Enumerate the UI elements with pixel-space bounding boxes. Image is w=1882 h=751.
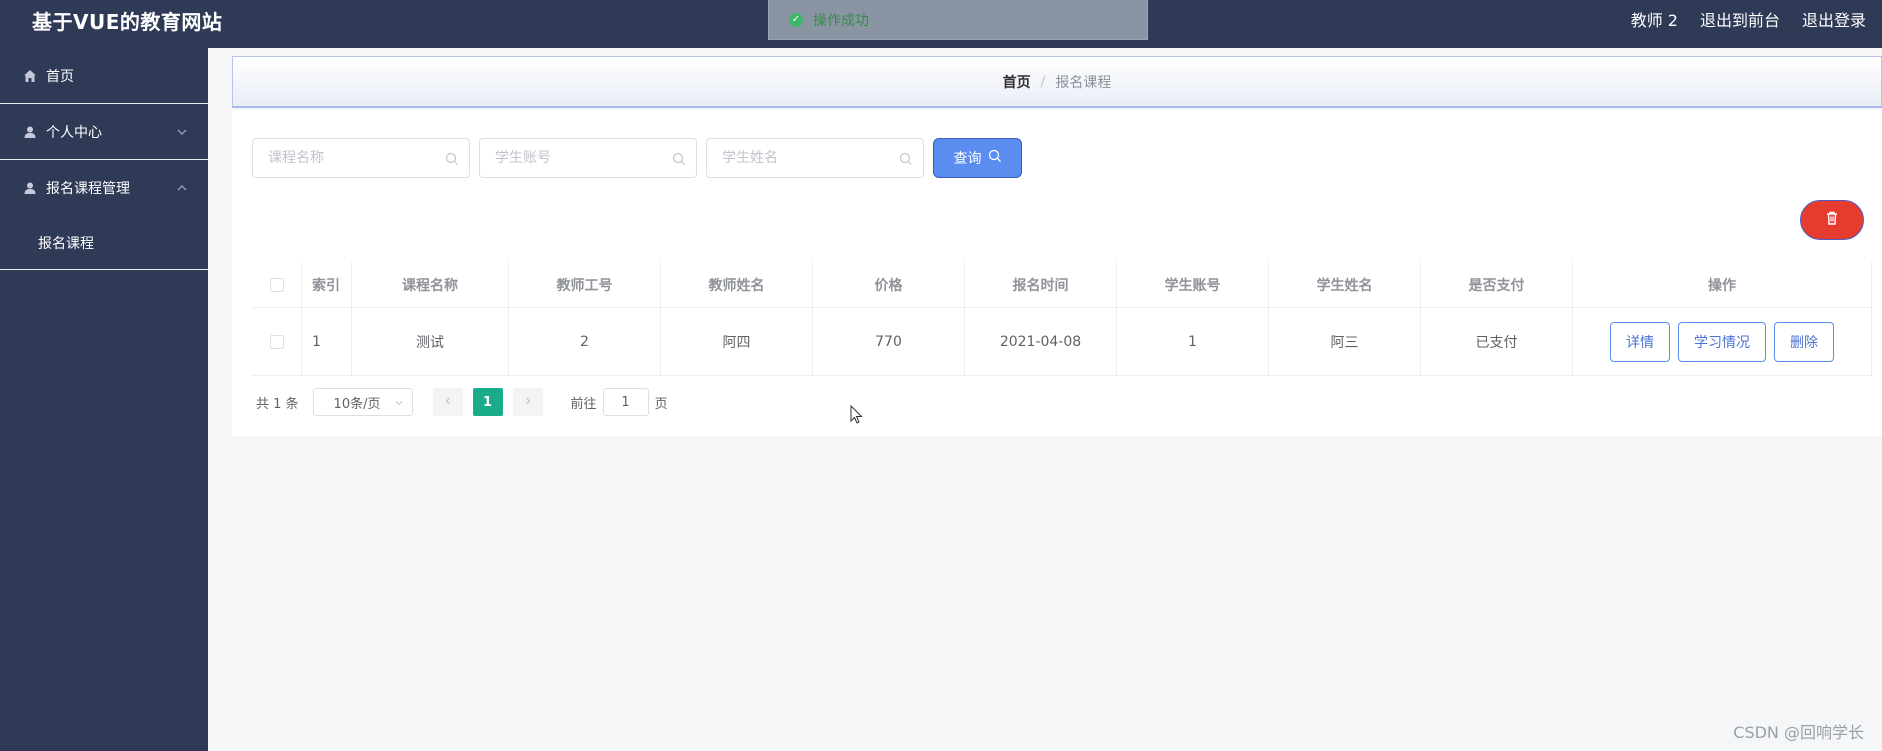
success-check-icon: ✓ xyxy=(789,12,803,27)
watermark: CSDN @回响学长 xyxy=(1733,723,1864,742)
home-icon xyxy=(22,68,38,84)
sidebar-item-label: 首页 xyxy=(46,68,74,85)
column-header: 操作 xyxy=(1573,262,1872,307)
breadcrumb-home[interactable]: 首页 xyxy=(1003,72,1031,92)
student-account-input[interactable] xyxy=(495,150,655,166)
search-icon xyxy=(988,149,1002,167)
select-all-cell xyxy=(252,262,302,307)
search-icon xyxy=(899,151,913,165)
chevron-right-icon xyxy=(523,395,533,410)
page-size-value: 10条/页 xyxy=(333,396,381,412)
sidebar-subitem-enrolled-courses[interactable]: 报名课程 xyxy=(0,216,208,270)
enrollment-table: 索引 课程名称 教师工号 教师姓名 价格 报名时间 学生账号 学生姓名 是否支付… xyxy=(252,262,1872,376)
cell-course-name: 测试 xyxy=(352,308,509,375)
site-title: 基于VUE的教育网站 xyxy=(32,10,223,34)
cell-teacher-id: 2 xyxy=(509,308,661,375)
sidebar-item-enrollment-management[interactable]: 报名课程管理 xyxy=(0,160,208,216)
column-header: 是否支付 xyxy=(1421,262,1573,307)
next-page-button[interactable] xyxy=(512,388,543,416)
cell-enroll-date: 2021-04-08 xyxy=(965,308,1117,375)
search-icon xyxy=(445,151,459,165)
column-header: 教师姓名 xyxy=(661,262,813,307)
column-header: 学生姓名 xyxy=(1269,262,1421,307)
sidebar-item-label: 报名课程管理 xyxy=(46,181,130,197)
breadcrumb-separator: / xyxy=(1040,73,1046,90)
select-all-checkbox[interactable] xyxy=(269,277,284,292)
current-user: 教师 2 xyxy=(1630,11,1678,30)
back-to-frontend-link[interactable]: 退出到前台 xyxy=(1700,7,1780,31)
student-name-search[interactable] xyxy=(706,138,924,178)
logout-link[interactable]: 退出登录 xyxy=(1802,7,1866,31)
student-name-input[interactable] xyxy=(722,150,882,166)
total-count: 共 1 条 xyxy=(256,396,299,412)
mouse-cursor-icon xyxy=(850,404,864,429)
query-button-label: 查询 xyxy=(953,151,982,167)
chevron-down-icon xyxy=(394,397,404,407)
breadcrumb: 首页 / 报名课程 xyxy=(232,56,1882,108)
search-icon xyxy=(672,151,686,165)
course-name-search[interactable] xyxy=(252,138,470,178)
goto-label: 前往 xyxy=(570,396,597,412)
sidebar-item-label: 个人中心 xyxy=(46,124,102,141)
table-header-row: 索引 课程名称 教师工号 教师姓名 价格 报名时间 学生账号 学生姓名 是否支付… xyxy=(252,262,1872,308)
student-account-search[interactable] xyxy=(479,138,697,178)
cell-student-account: 1 xyxy=(1117,308,1269,375)
cell-actions: 详情 学习情况 删除 xyxy=(1573,308,1872,375)
cell-price: 770 xyxy=(813,308,965,375)
sidebar-item-home[interactable]: 首页 xyxy=(0,48,208,104)
batch-delete-button[interactable] xyxy=(1800,200,1864,240)
column-header: 价格 xyxy=(813,262,965,307)
row-select-cell xyxy=(252,308,302,375)
trash-icon xyxy=(1824,210,1840,230)
sidebar-item-personal-center[interactable]: 个人中心 xyxy=(0,104,208,160)
page-suffix: 页 xyxy=(654,396,668,412)
column-header: 教师工号 xyxy=(509,262,661,307)
success-toast: ✓ 操作成功 xyxy=(768,0,1148,40)
pagination: 共 1 条 10条/页 1 前往 页 xyxy=(256,388,668,416)
prev-page-button[interactable] xyxy=(432,388,463,416)
page-number-current[interactable]: 1 xyxy=(472,388,503,416)
column-header: 学生账号 xyxy=(1117,262,1269,307)
sidebar: 首页 个人中心 报名课程管理 报名课程 xyxy=(0,48,208,751)
delete-button[interactable]: 删除 xyxy=(1774,321,1834,362)
table-row: 1 测试 2 阿四 770 2021-04-08 1 阿三 已支付 详情 学习情… xyxy=(252,308,1872,376)
goto-page-input[interactable] xyxy=(602,388,649,416)
study-status-button[interactable]: 学习情况 xyxy=(1678,321,1766,362)
toast-message: 操作成功 xyxy=(813,12,869,29)
detail-button[interactable]: 详情 xyxy=(1610,321,1670,362)
course-name-input[interactable] xyxy=(268,150,428,166)
cell-paid-status: 已支付 xyxy=(1421,308,1573,375)
breadcrumb-current: 报名课程 xyxy=(1055,74,1112,91)
chevron-down-icon xyxy=(176,126,188,138)
column-header: 课程名称 xyxy=(352,262,509,307)
cell-index: 1 xyxy=(302,308,352,375)
column-header: 索引 xyxy=(302,262,352,307)
page-size-select[interactable]: 10条/页 xyxy=(312,388,413,416)
cell-student-name: 阿三 xyxy=(1269,308,1421,375)
header-actions: 教师 2 退出到前台 退出登录 xyxy=(1631,0,1866,38)
user-icon xyxy=(22,180,38,196)
row-checkbox[interactable] xyxy=(269,334,284,349)
chevron-left-icon xyxy=(443,395,453,410)
cell-teacher-name: 阿四 xyxy=(661,308,813,375)
column-header: 报名时间 xyxy=(965,262,1117,307)
user-icon xyxy=(22,124,38,140)
chevron-up-icon xyxy=(176,182,188,194)
query-button[interactable]: 查询 xyxy=(933,138,1022,178)
